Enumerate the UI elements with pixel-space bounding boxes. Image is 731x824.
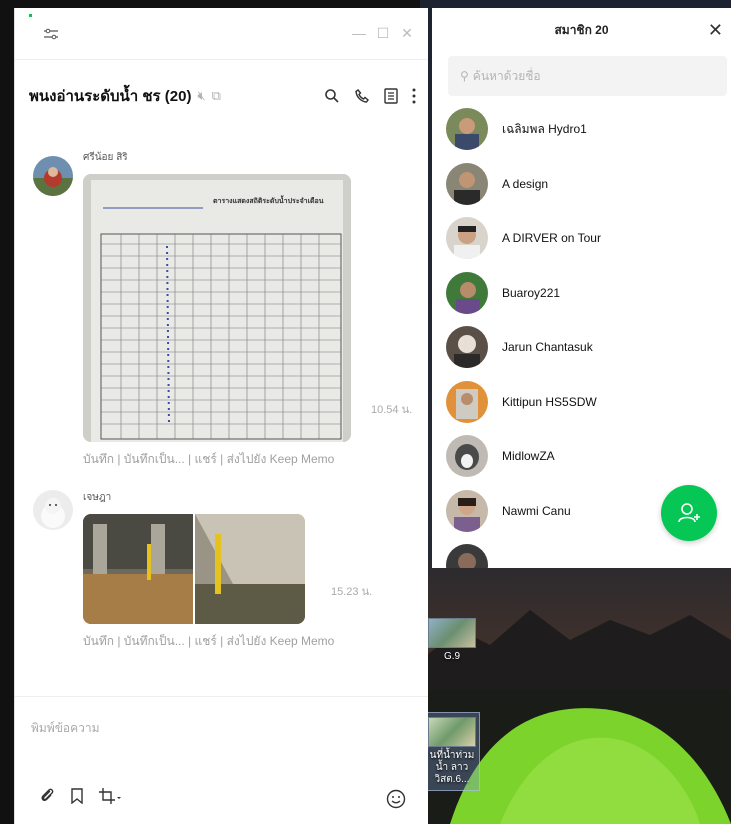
- member-name: Nawmi Canu: [502, 503, 571, 518]
- composer-toolbar: [39, 787, 121, 805]
- desktop-icon-label: G.9: [443, 651, 461, 662]
- water-level-form-image: [83, 174, 351, 442]
- crop-icon[interactable]: [99, 788, 121, 804]
- chat-window: — ☐ ✕ พนงอ่านระดับน้ำ ชร (20) 🔇︎ ⧉ ศรีน้…: [14, 8, 428, 824]
- add-member-button[interactable]: [661, 485, 717, 541]
- status-dot: [29, 14, 32, 17]
- avatar: [446, 435, 488, 478]
- image-message[interactable]: [83, 514, 305, 624]
- chat-title-row: พนงอ่านระดับน้ำ ชร (20) 🔇︎ ⧉: [29, 84, 221, 108]
- avatar: [446, 108, 488, 151]
- chat-title: พนงอ่านระดับน้ำ ชร (20): [29, 88, 192, 105]
- member-name: A design: [502, 176, 549, 191]
- mute-icon: 🔇︎: [197, 88, 206, 103]
- member-item[interactable]: MidlowZA: [432, 429, 731, 484]
- avatar: [446, 217, 488, 260]
- desktop-icon-flood-map[interactable]: นที่น้ำท่วมน้ำ ลาววิสต.6...: [424, 712, 480, 791]
- window-controls: — ☐ ✕: [352, 25, 414, 42]
- window-titlebar: — ☐ ✕: [15, 8, 428, 60]
- avatar: [446, 544, 488, 568]
- message-time: 15.23 น.: [331, 586, 373, 598]
- member-item[interactable]: Kittipun HS5SDW: [432, 375, 731, 430]
- notes-icon[interactable]: [384, 88, 398, 104]
- members-header: สมาชิก 20 ✕: [432, 8, 731, 52]
- more-menu-icon[interactable]: [412, 88, 416, 104]
- message-list: ศรีน้อย สิริ ตารางแสดงสถิติระดับน้ำประจำ…: [15, 148, 428, 668]
- members-panel: สมาชิก 20 ✕ ⚲ ค้นหาด้วยชื่อ เฉลิมพล Hydr…: [432, 8, 731, 568]
- attach-icon[interactable]: [39, 787, 55, 805]
- member-search-placeholder: ค้นหาด้วยชื่อ: [472, 68, 541, 83]
- members-title: สมาชิก 20: [554, 22, 609, 37]
- copy-icon[interactable]: ⧉: [212, 88, 221, 104]
- desktop-icon-label: นที่น้ำท่วมน้ำ ลาววิสต.6...: [429, 750, 475, 785]
- desktop-icon-thumbnail: [428, 717, 476, 747]
- member-name: Buaroy221: [502, 285, 561, 300]
- message-input[interactable]: พิมพ์ข้อความ: [31, 719, 100, 738]
- avatar: [446, 380, 488, 423]
- message-item: ศรีน้อย สิริ ตารางแสดงสถิติระดับน้ำประจำ…: [15, 148, 428, 488]
- emoji-icon[interactable]: [386, 789, 406, 809]
- maximize-icon[interactable]: ☐: [376, 25, 390, 42]
- search-icon: ⚲: [460, 69, 469, 83]
- header-actions: [324, 88, 416, 104]
- chat-header: พนงอ่านระดับน้ำ ชร (20) 🔇︎ ⧉: [15, 60, 428, 132]
- search-icon[interactable]: [324, 88, 340, 104]
- settings-sliders-icon[interactable]: [43, 28, 59, 40]
- member-search-input[interactable]: ⚲ ค้นหาด้วยชื่อ: [448, 56, 727, 96]
- avatar: [446, 271, 488, 314]
- member-item[interactable]: A DIRVER on Tour: [432, 211, 731, 266]
- avatar: [33, 490, 73, 530]
- sender-name: ศรีน้อย สิริ: [83, 152, 128, 163]
- member-item[interactable]: A design: [432, 157, 731, 212]
- close-icon[interactable]: ✕: [708, 20, 723, 41]
- desktop-icon-thumbnail: [428, 618, 476, 648]
- member-name: Jarun Chantasuk: [502, 340, 593, 355]
- message-actions[interactable]: บันทึก | บันทึกเป็น... | แชร์ | ส่งไปยัง…: [83, 632, 428, 651]
- close-icon[interactable]: ✕: [400, 25, 414, 42]
- avatar: [33, 156, 73, 196]
- bookmark-icon[interactable]: [71, 788, 83, 804]
- message-item: เจษฎา 15.23 น. บันทึก | บันทึกเป็น... | …: [15, 488, 428, 668]
- member-item[interactable]: เฉลิมพล Hydro1: [432, 102, 731, 157]
- avatar: [446, 162, 488, 205]
- member-name: MidlowZA: [502, 449, 555, 464]
- message-composer: พิมพ์ข้อความ: [15, 696, 428, 824]
- member-name: Kittipun HS5SDW: [502, 394, 597, 409]
- form-heading: ตารางแสดงสถิติระดับน้ำประจำเดือน: [213, 198, 324, 205]
- member-item[interactable]: Jarun Chantasuk: [432, 320, 731, 375]
- message-time: 10.54 น.: [371, 404, 413, 416]
- avatar: [446, 489, 488, 532]
- member-item-partial[interactable]: [432, 538, 731, 568]
- member-name: เฉลิมพล Hydro1: [502, 121, 587, 136]
- image-message[interactable]: ตารางแสดงสถิติระดับน้ำประจำเดือน: [83, 174, 351, 442]
- phone-icon[interactable]: [354, 88, 370, 104]
- message-actions[interactable]: บันทึก | บันทึกเป็น... | แชร์ | ส่งไปยัง…: [83, 450, 428, 469]
- minimize-icon[interactable]: —: [352, 25, 366, 42]
- add-friend-icon: [678, 503, 700, 523]
- desktop-icon-g9[interactable]: G.9: [424, 618, 480, 663]
- sender-name: เจษฎา: [83, 492, 112, 503]
- avatar: [446, 326, 488, 369]
- water-gauge-photos: [83, 514, 305, 624]
- member-item[interactable]: Buaroy221: [432, 266, 731, 321]
- member-name: A DIRVER on Tour: [502, 231, 601, 246]
